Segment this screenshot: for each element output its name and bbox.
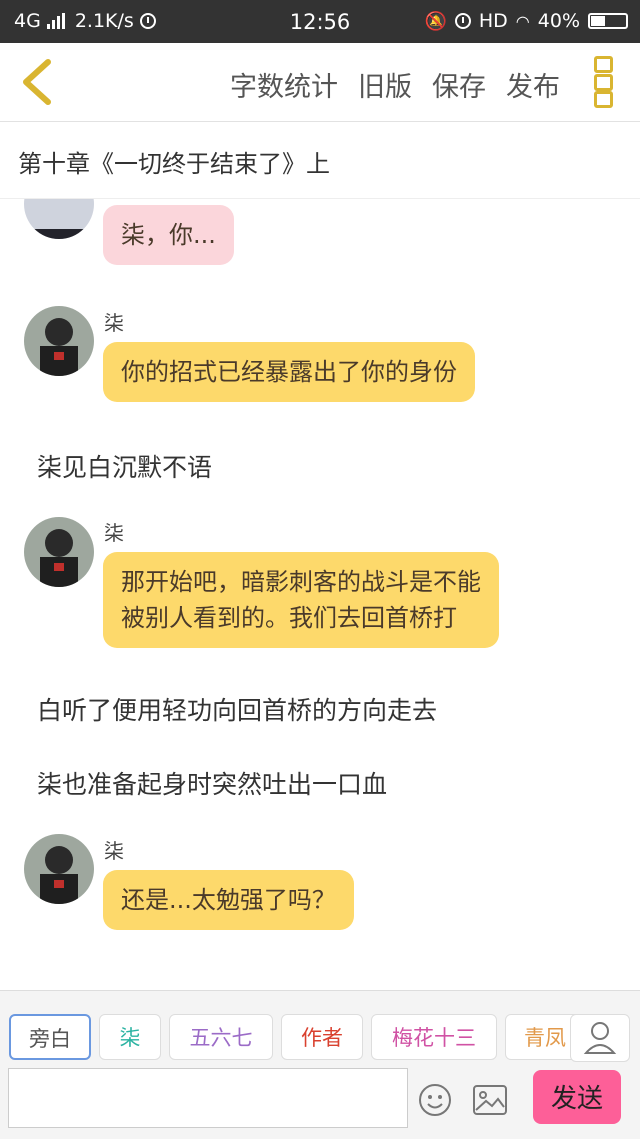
person-icon[interactable] bbox=[570, 1014, 630, 1062]
emoji-icon[interactable] bbox=[418, 1083, 452, 1117]
role-tag-meihua[interactable]: 梅花十三 bbox=[371, 1014, 497, 1060]
message-line: 被别人看到的。我们去回首桥打 bbox=[121, 604, 457, 632]
image-icon[interactable] bbox=[473, 1085, 507, 1115]
narration-text: 柒也准备起身时突然吐出一口血 bbox=[37, 770, 388, 799]
avatar-qi[interactable] bbox=[24, 306, 94, 376]
send-button[interactable]: 发送 bbox=[533, 1070, 621, 1124]
role-tag-author[interactable]: 作者 bbox=[281, 1014, 363, 1060]
message-bubble: 还是...太勉强了吗？ bbox=[103, 870, 354, 930]
avatar-qi[interactable] bbox=[24, 834, 94, 904]
publish-button[interactable]: 发布 bbox=[506, 65, 560, 104]
speaker-name: 柒 bbox=[104, 839, 124, 863]
battery-icon bbox=[588, 13, 628, 29]
avatar-bai[interactable] bbox=[24, 199, 94, 239]
story-content[interactable]: 柒，你... 柒 你的招式已经暴露出了你的身份 柒见白沉默不语 柒 那开始吧，暗… bbox=[0, 199, 640, 989]
battery-percent: 40% bbox=[537, 10, 580, 32]
narration-text: 白听了便用轻功向回首桥的方向走去 bbox=[37, 696, 438, 725]
composer-bar: 旁白 柒 五六七 作者 梅花十三 青凤 发送 bbox=[0, 990, 640, 1139]
speaker-name: 柒 bbox=[104, 311, 124, 335]
status-bar: 4G 2.1K/s 12:56 🔕 HD ◠ 40% bbox=[0, 0, 640, 43]
word-count-button[interactable]: 字数统计 bbox=[230, 65, 338, 104]
chapter-title: 第十章《一切终于结束了》上 bbox=[18, 150, 330, 178]
hd-label: HD bbox=[478, 10, 508, 32]
save-button[interactable]: 保存 bbox=[432, 65, 486, 104]
more-menu-icon[interactable] bbox=[594, 56, 616, 108]
role-tag-narrator[interactable]: 旁白 bbox=[9, 1014, 91, 1060]
narration-text: 柒见白沉默不语 bbox=[37, 453, 213, 482]
role-tag-qi[interactable]: 柒 bbox=[99, 1014, 161, 1060]
old-version-button[interactable]: 旧版 bbox=[358, 65, 412, 104]
top-menu: 字数统计 旧版 保存 发布 bbox=[230, 65, 560, 104]
message-input[interactable] bbox=[8, 1068, 408, 1128]
back-arrow-icon[interactable] bbox=[14, 57, 60, 107]
speaker-name: 柒 bbox=[104, 521, 124, 545]
wifi-icon: ◠ bbox=[515, 11, 530, 31]
alarm-icon-right bbox=[454, 13, 471, 29]
role-tag-wuliuqi[interactable]: 五六七 bbox=[169, 1014, 273, 1060]
message-line: 那开始吧，暗影刺客的战斗是不能 bbox=[121, 568, 481, 596]
mute-icon: 🔕 bbox=[424, 10, 447, 32]
message-bubble: 柒，你... bbox=[103, 205, 234, 265]
message-bubble: 那开始吧，暗影刺客的战斗是不能 被别人看到的。我们去回首桥打 bbox=[103, 552, 499, 648]
chapter-header: 第十章《一切终于结束了》上 bbox=[0, 122, 640, 199]
message-bubble: 你的招式已经暴露出了你的身份 bbox=[103, 342, 475, 402]
top-bar: 字数统计 旧版 保存 发布 bbox=[0, 43, 640, 122]
avatar-qi[interactable] bbox=[24, 517, 94, 587]
